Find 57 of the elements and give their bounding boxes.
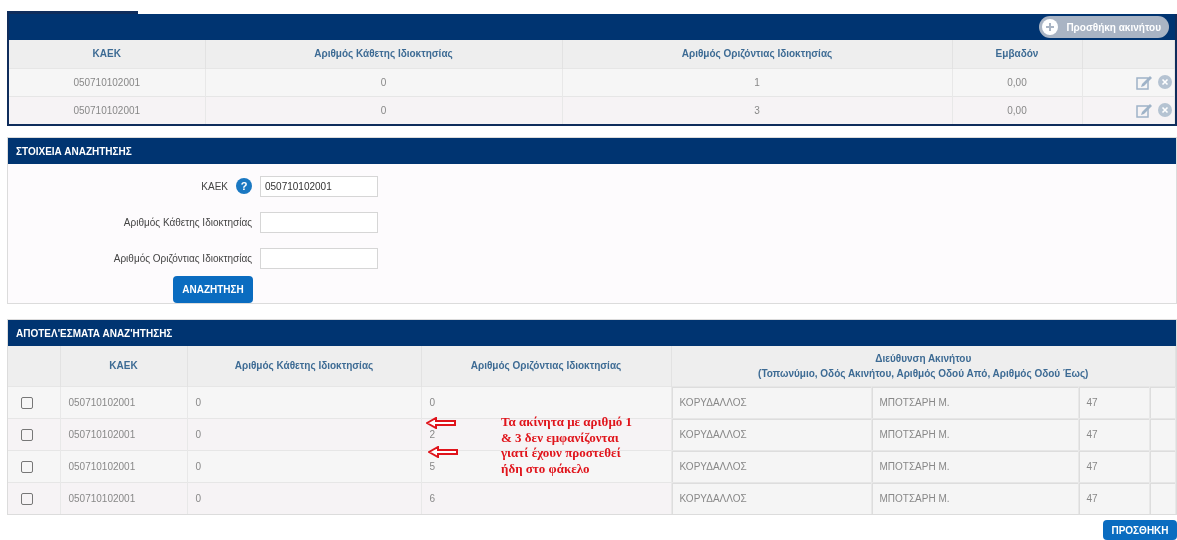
table-cell: 0: [187, 386, 421, 418]
table-cell: 0: [187, 450, 421, 482]
table-cell: ΚΟΡΥΔΑΛΛΟΣ: [671, 482, 871, 514]
help-icon[interactable]: ?: [236, 178, 252, 194]
table-cell: 47: [1078, 386, 1149, 418]
column-header: Εμβαδόν: [952, 40, 1082, 68]
column-header: Αριθμός Κάθετης Ιδιοκτησίας: [205, 40, 562, 68]
column-header: Αριθμός Κάθετης Ιδιοκτησίας: [187, 346, 421, 386]
table-cell: 47: [1078, 450, 1149, 482]
panel-title: ΣΤΟΙΧΕΙΑ ΑΝΑΖΗΤΗΣΗΣ: [16, 144, 132, 159]
table-cell: 47: [1078, 418, 1149, 450]
table-cell: ΜΠΟΤΣΑΡΗ Μ.: [871, 418, 1078, 450]
table-cell: 050710102001: [60, 450, 187, 482]
table-cell: ΚΟΡΥΔΑΛΛΟΣ: [671, 450, 871, 482]
input-field[interactable]: 050710102001: [260, 175, 378, 197]
table-cell: 050710102001: [9, 96, 205, 124]
add-button[interactable]: ΠΡΟΣΘΗΚΗ: [1103, 520, 1177, 540]
column-header: ΚΑΕΚ: [9, 40, 205, 68]
table-cell: 0,00: [952, 96, 1082, 124]
input-field[interactable]: [260, 211, 378, 233]
table-cell: 0: [187, 482, 421, 514]
table-cell: ΜΠΟΤΣΑΡΗ Μ.: [871, 482, 1078, 514]
checkbox[interactable]: [21, 493, 33, 506]
search-button[interactable]: ΑΝΑΖΗΤΗΣΗ: [173, 276, 253, 303]
panel-title: ΑΠΟΤΕΛ'ΕΣΜΑΤΑ ΑΝΑΖ'ΗΤΗΣΗΣ: [16, 326, 173, 341]
checkbox[interactable]: [21, 460, 33, 473]
table-cell: ΚΟΡΥΔΑΛΛΟΣ: [671, 418, 871, 450]
field-label: Αριθμός Κάθετης Ιδιοκτησίας: [123, 215, 252, 230]
table-cell: 050710102001: [60, 482, 187, 514]
table-cell: ΜΠΟΤΣΑΡΗ Μ.: [871, 386, 1078, 418]
field-label: Αριθμός Οριζόντιας Ιδιοκτησίας: [113, 251, 252, 266]
edit-icon[interactable]: [1136, 102, 1152, 119]
delete-icon[interactable]: [1158, 103, 1172, 118]
edit-icon[interactable]: [1136, 74, 1152, 91]
table-cell: 0: [205, 96, 562, 124]
table-cell: 050710102001: [60, 418, 187, 450]
checkbox[interactable]: [21, 396, 33, 409]
table-cell: 050710102001: [60, 386, 187, 418]
column-header: Διεύθυνση Ακινήτου (Τοπωνύμιο, Οδός Ακινήτου, Αριθμός Οδού Από, Αριθμός Οδού Έως): [671, 346, 1176, 386]
input-field[interactable]: [260, 247, 378, 269]
table-cell: 0,00: [952, 68, 1082, 96]
table-cell: ΚΟΡΥΔΑΛΛΟΣ: [671, 386, 871, 418]
column-header: Αριθμός Οριζόντιας Ιδιοκτησίας: [421, 346, 671, 386]
checkbox[interactable]: [21, 428, 33, 441]
table-cell: 0: [205, 68, 562, 96]
column-header: Αριθμός Οριζόντιας Ιδιοκτησίας: [562, 40, 952, 68]
table-cell: 050710102001: [9, 68, 205, 96]
field-label: ΚΑΕΚ: [201, 179, 228, 194]
column-header: ΚΑΕΚ: [60, 346, 187, 386]
plus-icon: [1042, 19, 1059, 35]
delete-icon[interactable]: [1158, 75, 1172, 90]
table-cell: 1: [562, 68, 952, 96]
table-cell: 47: [1078, 482, 1149, 514]
table-cell: 0: [187, 418, 421, 450]
table-cell: 3: [562, 96, 952, 124]
table-cell: ΜΠΟΤΣΑΡΗ Μ.: [871, 450, 1078, 482]
table-cell: 6: [421, 482, 671, 514]
